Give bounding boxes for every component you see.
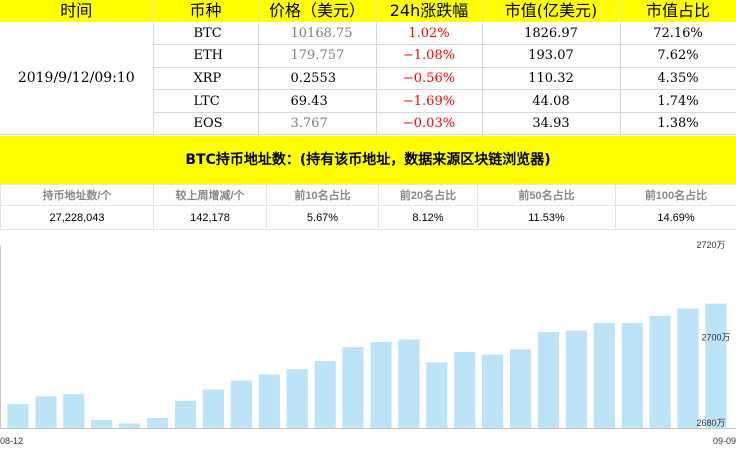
header-top50-share: 前50名占比 (477, 184, 616, 206)
coin-change: −0.56% (376, 67, 483, 91)
address-stats-table: 持币地址数/个 较上周增减/个 前10名占比 前20名占比 前50名占比 前10… (0, 184, 736, 230)
chart-bar (230, 380, 252, 428)
y-tick-label: 2720万 (696, 240, 725, 250)
section-banner: BTC持币地址数：(持有该币地址，数据来源区块链浏览器) (0, 136, 736, 184)
header-top100-share: 前100名占比 (615, 184, 736, 206)
chart-bar (342, 347, 364, 428)
coin-price: 69.43 (258, 89, 377, 113)
chart-bar (705, 303, 727, 428)
price-table: 时间 币种 价格（美元） 24h涨跌幅 市值(亿美元) 市值占比 2019/9/… (0, 0, 736, 136)
coin-name: EOS (153, 112, 259, 136)
top100-share: 14.69% (615, 205, 736, 230)
chart-bar (454, 352, 476, 428)
chart-bar (398, 339, 420, 428)
coin-price: 179.757 (258, 44, 377, 68)
coin-share: 7.62% (620, 44, 736, 68)
chart-bar (370, 342, 392, 428)
top10-share: 5.67% (266, 205, 379, 230)
chart-bar (649, 315, 671, 428)
table-row: 27,228,043 142,178 5.67% 8.12% 11.53% 14… (0, 205, 736, 230)
chart-bar (593, 323, 615, 428)
y-tick-label: 2680万 (696, 418, 725, 428)
weekly-change: 142,178 (153, 205, 267, 230)
header-top10-share: 前10名占比 (266, 184, 379, 206)
coin-market-cap: 110.32 (482, 67, 621, 91)
coin-price: 3.767 (258, 112, 377, 136)
timestamp: 2019/9/12/09:10 (0, 22, 154, 136)
chart-bar (565, 330, 587, 428)
table-row: 2019/9/12/09:10 BTC 10168.75 1.02% 1826.… (0, 22, 736, 136)
chart-bar (621, 323, 643, 428)
chart-bar (426, 362, 448, 428)
coin-name: LTC (153, 89, 259, 113)
header-weekly-change: 较上周增减/个 (153, 184, 267, 206)
coin-price: 0.2553 (258, 67, 377, 91)
price-table-header: 时间 币种 价格（美元） 24h涨跌幅 市值(亿美元) 市值占比 (0, 0, 736, 22)
top50-share: 11.53% (477, 205, 616, 230)
coin-change: 1.02% (376, 22, 483, 46)
chart-bar (286, 369, 308, 428)
coin-change: −1.69% (376, 89, 483, 113)
chart-bar (482, 354, 504, 428)
coin-change: −1.08% (376, 44, 483, 68)
chart-bar (91, 419, 113, 428)
top20-share: 8.12% (378, 205, 478, 230)
chart-bar (510, 349, 532, 428)
coin-share: 4.35% (620, 67, 736, 91)
coin-price: 10168.75 (258, 22, 377, 46)
chart-bar (202, 389, 224, 428)
header-coin: 币种 (153, 0, 259, 22)
header-top20-share: 前20名占比 (378, 184, 478, 206)
coin-name: BTC (153, 22, 259, 46)
address-table-header: 持币地址数/个 较上周增减/个 前10名占比 前20名占比 前50名占比 前10… (0, 184, 736, 206)
coin-change: −0.03% (376, 112, 483, 136)
bar-group (7, 303, 727, 428)
coin-name: ETH (153, 44, 259, 68)
chart-bar (677, 308, 699, 428)
address-count-bar-chart: 2720万 2700万 2680万 08-12 09-09 (0, 240, 736, 450)
chart-bar (537, 332, 560, 428)
chart-canvas: 2720万 2700万 2680万 08-12 09-09 (0, 240, 736, 446)
address-count: 27,228,043 (0, 205, 154, 230)
coin-share: 72.16% (620, 22, 736, 46)
header-address-count: 持币地址数/个 (0, 184, 154, 206)
chart-bar (63, 394, 85, 428)
header-market-cap: 市值(亿美元) (482, 0, 621, 22)
x-tick-label-end: 09-09 (713, 436, 736, 446)
y-tick-label: 2700万 (701, 333, 730, 343)
coin-market-cap: 1826.97 (482, 22, 621, 46)
chart-bar (119, 423, 141, 428)
header-price: 价格（美元） (258, 0, 377, 22)
coin-name: XRP (153, 67, 259, 91)
coin-market-cap: 193.07 (482, 44, 621, 68)
chart-bar (147, 418, 169, 428)
chart-bar (314, 361, 336, 428)
coin-share: 1.38% (620, 112, 736, 136)
header-time: 时间 (0, 0, 154, 22)
header-share: 市值占比 (620, 0, 736, 22)
header-change: 24h涨跌幅 (376, 0, 483, 22)
coin-share: 1.74% (620, 89, 736, 113)
chart-bar (174, 400, 197, 428)
chart-bar (35, 396, 57, 428)
coin-market-cap: 44.08 (482, 89, 621, 113)
chart-bar (7, 404, 29, 428)
coin-market-cap: 34.93 (482, 112, 621, 136)
x-tick-label-start: 08-12 (0, 436, 23, 446)
chart-bar (258, 374, 280, 428)
